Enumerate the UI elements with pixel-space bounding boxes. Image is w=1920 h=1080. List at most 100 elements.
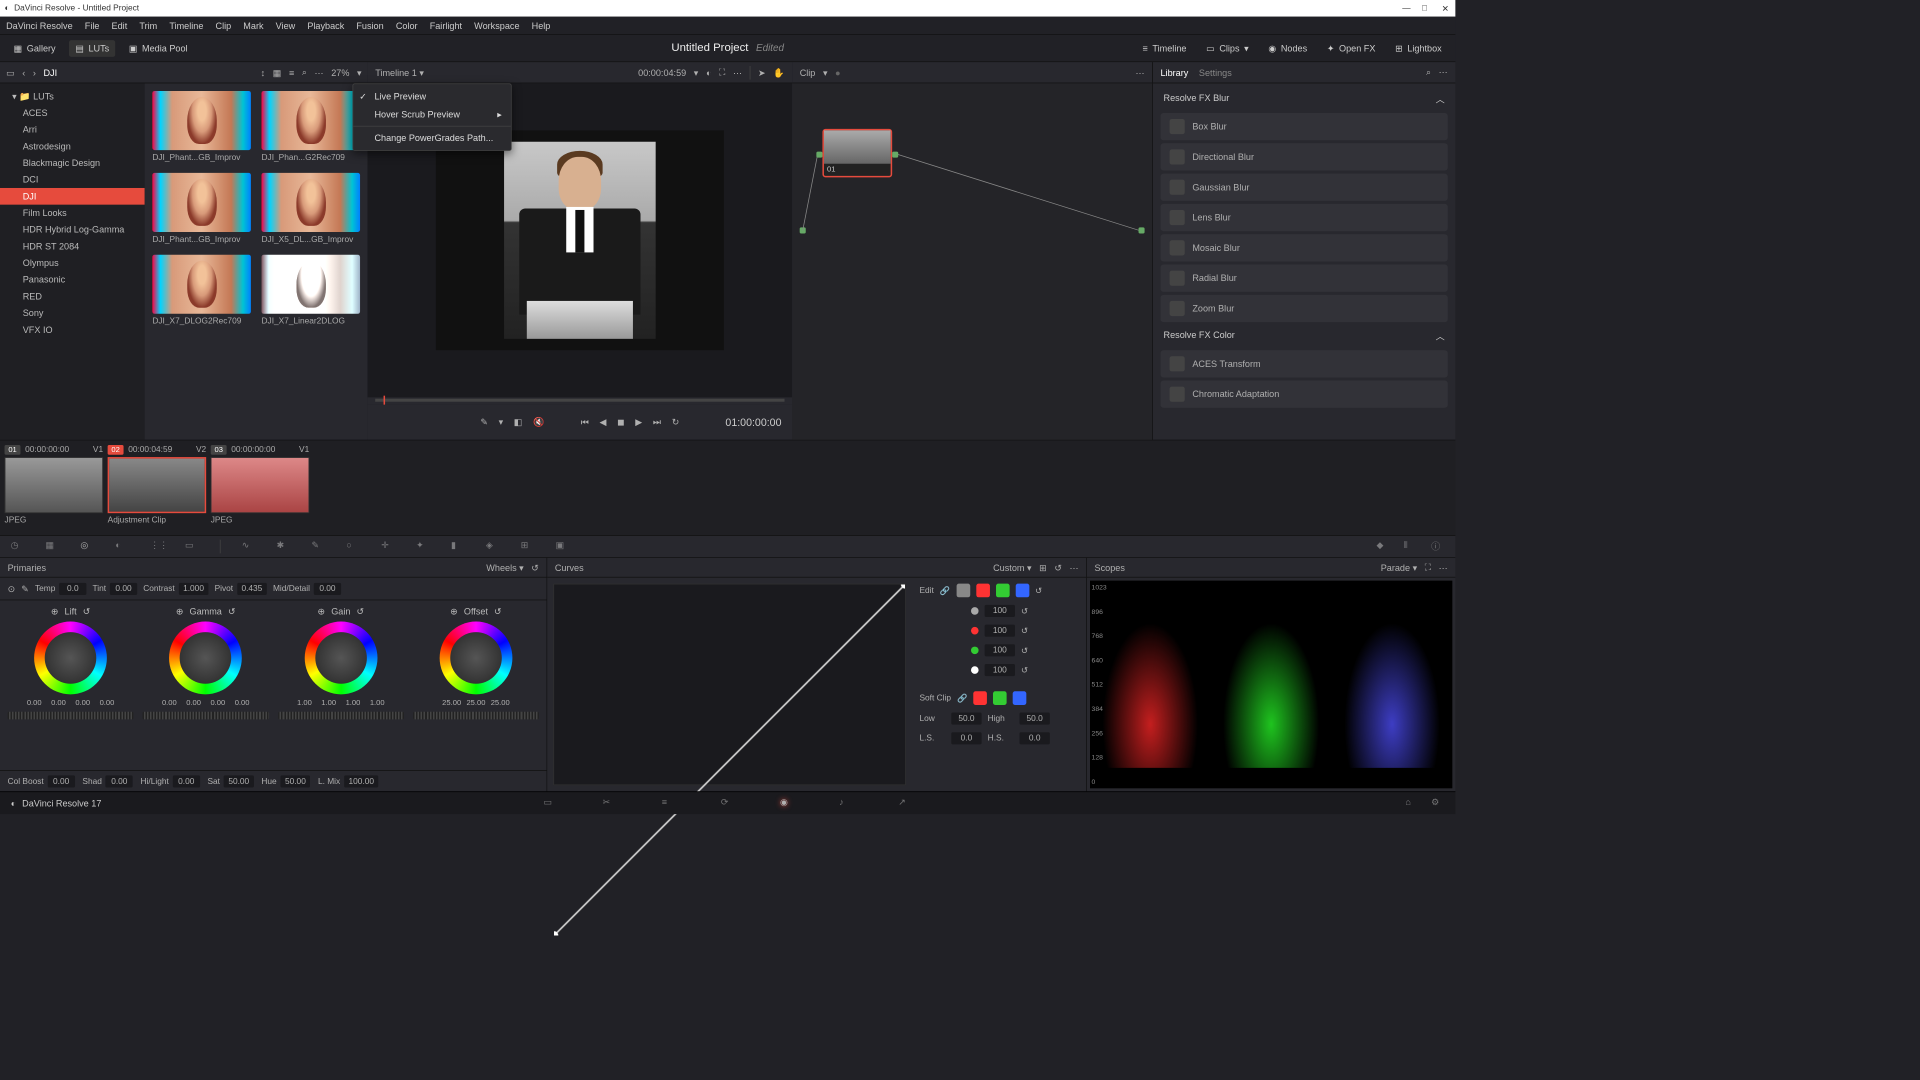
key-icon[interactable]: ◈ [486, 540, 500, 554]
options-icon[interactable]: ⋯ [1070, 562, 1079, 573]
magic-mask-icon[interactable]: ✦ [416, 540, 430, 554]
adjust-hilight[interactable]: Hi/Light0.00 [141, 775, 200, 787]
lightbox-toggle[interactable]: ⊞ Lightbox [1389, 40, 1448, 57]
close-button[interactable]: ✕ [1442, 4, 1451, 13]
nodes-toggle[interactable]: ◉ Nodes [1262, 40, 1313, 57]
sort-icon[interactable]: ↕ [261, 67, 266, 78]
node-mode[interactable]: Clip [800, 67, 816, 78]
tree-item[interactable]: DCI [0, 171, 145, 188]
color-wheel[interactable] [304, 622, 377, 695]
adjust-contrast[interactable]: Contrast1.000 [143, 583, 208, 595]
chevron-down-icon[interactable]: ▾ [823, 67, 828, 78]
picker-icon[interactable]: ✎ [21, 583, 29, 594]
fx-item[interactable]: Zoom Blur [1160, 295, 1447, 322]
list-view-icon[interactable]: ≡ [289, 67, 294, 78]
wipe-icon[interactable]: ◧ [514, 417, 523, 428]
hdr-icon[interactable]: ◐ [115, 540, 129, 554]
project-settings-icon[interactable]: ⚙ [1431, 796, 1445, 810]
lut-thumbnail[interactable]: DJI_X7_DLOG2Rec709 [152, 255, 251, 326]
chevron-down-icon[interactable]: ▾ [357, 67, 362, 78]
chan-b[interactable] [1015, 584, 1029, 598]
fx-item[interactable]: Box Blur [1160, 113, 1447, 140]
tree-item[interactable]: RED [0, 288, 145, 305]
reset-icon[interactable]: ↺ [356, 606, 364, 617]
qualifier-icon[interactable]: ✎ [312, 540, 326, 554]
menu-trim[interactable]: Trim [139, 20, 157, 31]
menu-mark[interactable]: Mark [243, 20, 263, 31]
softclip-val[interactable]: 0.0 [951, 732, 981, 744]
menu-item[interactable]: Live Preview [353, 87, 511, 105]
timeline-clip[interactable]: 0100:00:00:00V1 JPEG [5, 445, 104, 531]
tree-item[interactable]: Sony [0, 305, 145, 322]
color-wheel[interactable] [34, 622, 107, 695]
last-frame-icon[interactable]: ⏭ [653, 417, 661, 428]
play-reverse-icon[interactable]: ◀ [600, 417, 607, 428]
cut-page-icon[interactable]: ✂ [603, 796, 617, 810]
corrector-node[interactable]: 01 [822, 129, 892, 178]
tree-item[interactable]: Film Looks [0, 205, 145, 222]
color-wheel[interactable] [169, 622, 242, 695]
reset-icon[interactable]: ↺ [1021, 645, 1028, 655]
picker-icon[interactable]: ⊕ [450, 606, 458, 617]
chan-y[interactable] [956, 584, 970, 598]
master-wheel[interactable] [413, 712, 539, 720]
window-icon[interactable]: ○ [346, 540, 360, 554]
luts-toggle[interactable]: ▤ LUTs [69, 40, 115, 57]
reset-icon[interactable]: ↺ [1054, 562, 1062, 573]
tree-item[interactable]: ACES [0, 105, 145, 122]
fx-item[interactable]: Mosaic Blur [1160, 234, 1447, 261]
sc-r[interactable] [973, 691, 987, 705]
expand-icon[interactable]: ⛶ [1425, 562, 1431, 573]
chan-g[interactable] [996, 584, 1010, 598]
graph-output[interactable] [1139, 227, 1145, 233]
tree-root[interactable]: ▾ 📁 LUTs [0, 88, 145, 105]
link-icon[interactable]: 🔗 [957, 693, 967, 703]
adjust-colboost[interactable]: Col Boost0.00 [8, 775, 75, 787]
node-output[interactable] [892, 152, 898, 158]
menu-item[interactable]: Change PowerGrades Path... [353, 129, 511, 147]
timeline-clip[interactable]: 0200:00:04:59V2 Adjustment Clip [108, 445, 207, 531]
master-wheel[interactable] [278, 712, 404, 720]
tree-item[interactable]: HDR Hybrid Log-Gamma [0, 221, 145, 238]
chan-r[interactable] [976, 584, 990, 598]
timeline-toggle[interactable]: ≡ Timeline [1136, 40, 1192, 57]
lut-thumbnail[interactable]: DJI_X5_DL...GB_Improv [262, 173, 361, 244]
curves-icon[interactable]: ∿ [242, 540, 256, 554]
master-wheel[interactable] [143, 712, 269, 720]
reset-icon[interactable]: ↺ [494, 606, 502, 617]
rgb-mixer-icon[interactable]: ⋮⋮ [150, 540, 164, 554]
search-icon[interactable]: ⌕ [1426, 67, 1431, 78]
fx-item[interactable]: Lens Blur [1160, 204, 1447, 231]
adjust-lmix[interactable]: L. Mix100.00 [318, 775, 379, 787]
sizing-icon[interactable]: ⊞ [521, 540, 535, 554]
tree-item[interactable]: VFX IO [0, 321, 145, 338]
adjust-hue[interactable]: Hue50.00 [261, 775, 310, 787]
deliver-page-icon[interactable]: ↗ [898, 796, 912, 810]
curves-mode[interactable]: Custom ▾ [993, 562, 1031, 573]
forward-icon[interactable]: › [33, 67, 36, 78]
reset-icon[interactable]: ↺ [1021, 626, 1028, 636]
curve-editor[interactable] [553, 584, 905, 786]
keyframes-icon[interactable]: ◆ [1377, 540, 1391, 554]
fx-item[interactable]: Chromatic Adaptation [1160, 381, 1447, 408]
scopes-mode[interactable]: Parade ▾ [1381, 562, 1417, 573]
options-icon[interactable]: ⋯ [1439, 67, 1448, 78]
fx-section-header[interactable]: Resolve FX Blur︿ [1157, 88, 1450, 110]
info-icon[interactable]: ⓘ [1431, 540, 1445, 554]
graph-input[interactable] [800, 227, 806, 233]
play-icon[interactable]: ▶ [635, 417, 642, 428]
tree-item[interactable]: HDR ST 2084 [0, 238, 145, 255]
warper-icon[interactable]: ✱ [277, 540, 291, 554]
fx-item[interactable]: Gaussian Blur [1160, 174, 1447, 201]
maximize-button[interactable]: □ [1422, 4, 1431, 13]
grid-view-icon[interactable]: ▦ [273, 67, 282, 78]
tree-item[interactable]: Blackmagic Design [0, 155, 145, 172]
channel-intensity[interactable]: 100↺ [919, 664, 1078, 676]
search-icon[interactable]: ⌕ [302, 67, 307, 78]
reset-icon[interactable]: ↺ [83, 606, 91, 617]
fx-item[interactable]: Directional Blur [1160, 143, 1447, 170]
gallery-toggle[interactable]: ▦ Gallery [8, 40, 62, 57]
lut-thumbnail[interactable]: DJI_Phan...G2Rec709 [262, 91, 361, 162]
options-icon[interactable]: ⋯ [733, 67, 742, 78]
reset-icon[interactable]: ↺ [1035, 586, 1042, 596]
